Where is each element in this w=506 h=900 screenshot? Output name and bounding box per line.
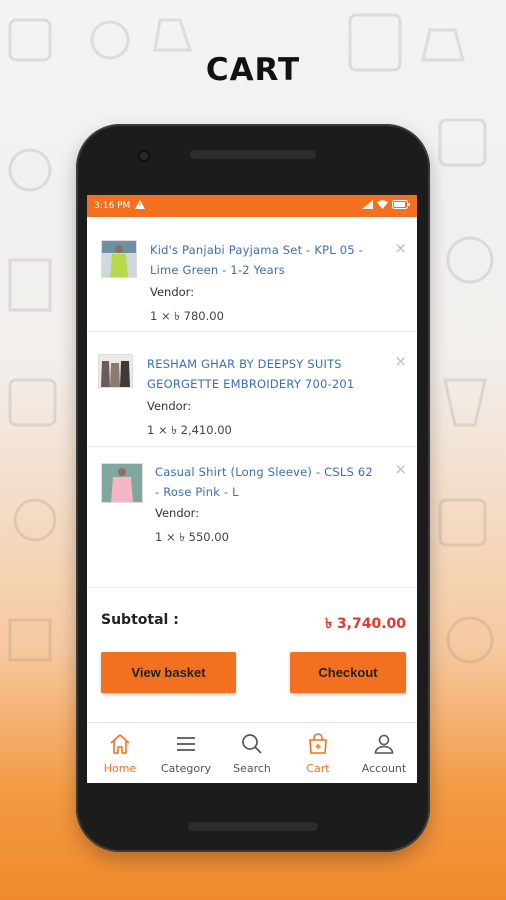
front-camera (138, 150, 150, 162)
vendor-label: Vendor: (155, 506, 200, 520)
tab-label: Account (361, 761, 407, 775)
tab-label: Cart (306, 761, 330, 775)
subtotal-value: ৳ 3,740.00 (325, 616, 406, 632)
remove-item-button[interactable]: × (394, 241, 407, 256)
product-thumbnail[interactable] (101, 463, 143, 503)
product-title-line: - Rose Pink - L (155, 485, 239, 499)
vendor-label: Vendor: (150, 285, 195, 299)
status-bar: 3:16 PM (87, 195, 417, 217)
top-speaker (190, 150, 316, 159)
cart-icon (306, 732, 330, 760)
tab-label: Search (233, 761, 271, 775)
cart-item: RESHAM GHAR BY DEEPSY SUITS GEORGETTE EM… (87, 332, 417, 447)
cart-list: Kid's Panjabi Payjama Set - KPL 05 - Lim… (87, 217, 417, 562)
product-thumbnail[interactable] (101, 240, 137, 278)
product-title-link[interactable]: Kid's Panjabi Payjama Set - KPL 05 - Lim… (150, 240, 390, 280)
quantity-price: 1 × ৳ 780.00 (150, 309, 224, 323)
bottom-speaker (188, 822, 318, 831)
quantity-price: 1 × ৳ 2,410.00 (147, 423, 232, 437)
remove-item-button[interactable]: × (394, 354, 407, 369)
cart-summary: Subtotal : ৳ 3,740.00 View basket Checko… (87, 587, 417, 713)
vendor-label: Vendor: (147, 399, 192, 413)
checkout-button[interactable]: Checkout (290, 652, 406, 693)
signal-icon (362, 200, 373, 212)
remove-item-button[interactable]: × (394, 462, 407, 477)
tab-label: Home (103, 761, 137, 775)
subtotal-label: Subtotal : (101, 612, 179, 628)
home-icon (108, 732, 132, 760)
status-time: 3:16 PM (94, 201, 131, 211)
product-title-link[interactable]: Casual Shirt (Long Sleeve) - CSLS 62 - R… (155, 462, 395, 502)
product-title-line: Lime Green - 1-2 Years (150, 263, 285, 277)
product-title-line: Casual Shirt (Long Sleeve) - CSLS 62 (155, 465, 373, 479)
battery-icon (392, 200, 410, 212)
app-screen: 3:16 PM Kid's Panjabi Payjama Set - KPL … (87, 195, 417, 783)
user-icon (372, 732, 396, 760)
wifi-icon (377, 200, 388, 212)
cart-item: Kid's Panjabi Payjama Set - KPL 05 - Lim… (87, 217, 417, 332)
tab-home[interactable]: Home (87, 723, 153, 783)
tab-cart[interactable]: Cart (285, 723, 351, 783)
search-icon (240, 732, 264, 760)
product-title-line: GEORGETTE EMBROIDERY 700-201 (147, 377, 355, 391)
menu-icon (174, 732, 198, 760)
tab-category[interactable]: Category (153, 723, 219, 783)
promo-title: CART (205, 52, 301, 88)
tab-account[interactable]: Account (351, 723, 417, 783)
view-basket-button[interactable]: View basket (101, 652, 236, 693)
phone-frame: 3:16 PM Kid's Panjabi Payjama Set - KPL … (76, 124, 430, 852)
warning-icon (135, 200, 146, 212)
product-thumbnail[interactable] (98, 354, 133, 388)
bottom-nav: Home Category Search Cart Account (87, 722, 417, 783)
quantity-price: 1 × ৳ 550.00 (155, 530, 229, 544)
tab-label: Category (160, 761, 212, 775)
product-title-line: Kid's Panjabi Payjama Set - KPL 05 - (150, 243, 363, 257)
product-title-link[interactable]: RESHAM GHAR BY DEEPSY SUITS GEORGETTE EM… (147, 354, 392, 394)
product-title-line: RESHAM GHAR BY DEEPSY SUITS (147, 357, 342, 371)
cart-item: Casual Shirt (Long Sleeve) - CSLS 62 - R… (87, 447, 417, 562)
tab-search[interactable]: Search (219, 723, 285, 783)
